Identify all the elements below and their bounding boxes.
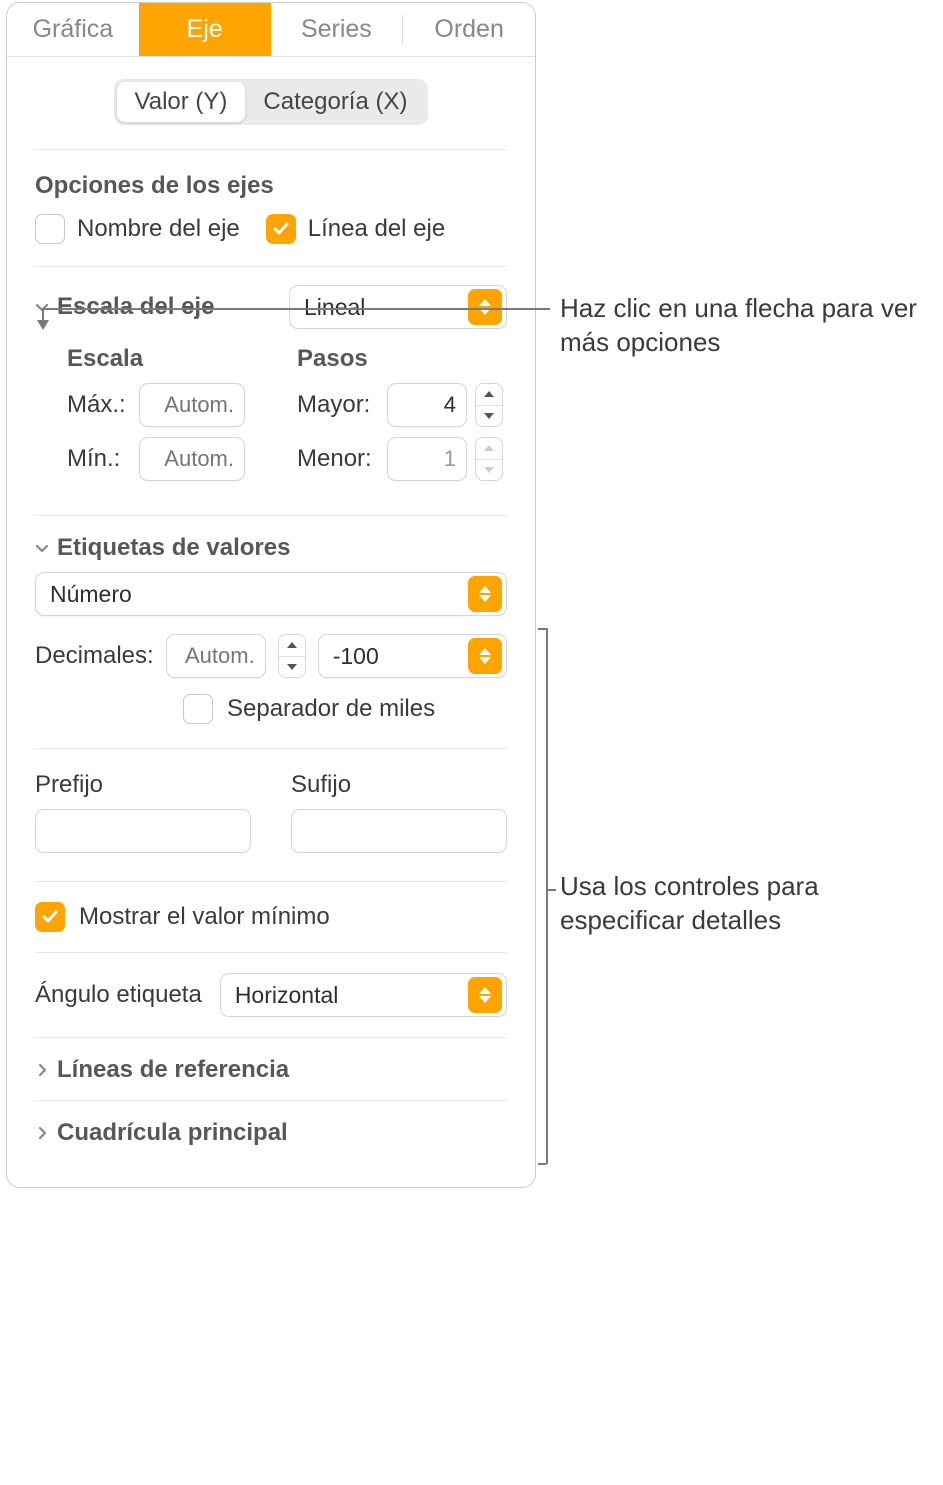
escala-heading: Escala — [67, 345, 277, 373]
checkbox-sep-miles[interactable] — [183, 694, 213, 724]
axis-scale-popup[interactable]: Lineal — [289, 285, 507, 329]
mayor-stepper[interactable] — [475, 383, 503, 427]
stepper-down-icon[interactable] — [476, 459, 502, 481]
chevron-right-icon[interactable] — [33, 1061, 51, 1079]
checkbox-linea-eje[interactable] — [266, 214, 296, 244]
checkbox-linea-eje-label: Línea del eje — [308, 215, 445, 243]
max-input[interactable] — [139, 383, 245, 427]
angulo-etiqueta-popup[interactable]: Horizontal — [220, 973, 507, 1017]
callout-bracket — [538, 1163, 546, 1165]
prefijo-input[interactable] — [35, 809, 251, 853]
angulo-etiqueta-value: Horizontal — [235, 982, 458, 1009]
stepper-up-icon[interactable] — [476, 384, 502, 405]
stepper-up-icon[interactable] — [279, 635, 305, 656]
mayor-input[interactable]: 4 — [387, 383, 467, 427]
callout-bracket — [546, 889, 556, 891]
stepper-down-icon[interactable] — [476, 405, 502, 427]
prefijo-label: Prefijo — [35, 771, 251, 799]
updown-arrows-icon — [468, 289, 502, 325]
checkbox-mostrar-min[interactable] — [35, 902, 65, 932]
callout-bracket — [538, 628, 546, 630]
tab-orden[interactable]: Orden — [403, 3, 535, 56]
menor-value: 1 — [444, 446, 456, 472]
segment-valor-y[interactable]: Valor (Y) — [117, 82, 246, 122]
tab-grafica[interactable]: Gráfica — [7, 3, 139, 56]
callout-arrowhead-icon — [35, 318, 51, 330]
checkbox-nombre-eje[interactable] — [35, 214, 65, 244]
checkbox-nombre-eje-label: Nombre del eje — [77, 215, 240, 243]
axis-scale-label: Escala del eje — [57, 293, 214, 321]
tab-eje[interactable]: Eje — [139, 3, 271, 56]
segment-categoria-x[interactable]: Categoría (X) — [245, 82, 425, 122]
updown-arrows-icon — [468, 977, 502, 1013]
axis-scale-value: Lineal — [304, 294, 458, 321]
decimales-input[interactable] — [166, 634, 266, 678]
tab-series[interactable]: Series — [271, 3, 403, 56]
checkbox-sep-miles-label: Separador de miles — [227, 695, 435, 723]
value-labels-heading: Etiquetas de valores — [57, 534, 290, 562]
inspector-panel: Gráfica Eje Series Orden Valor (Y) Categ… — [6, 2, 536, 1188]
min-input[interactable] — [139, 437, 245, 481]
axis-options-section: Opciones de los ejes Nombre del eje Líne… — [7, 150, 535, 266]
checkbox-mostrar-min-label: Mostrar el valor mínimo — [79, 903, 330, 931]
axis-options-heading: Opciones de los ejes — [35, 150, 507, 214]
label-format-popup[interactable]: Número — [35, 572, 507, 616]
label-format-value: Número — [50, 581, 458, 608]
axis-segmented-control: Valor (Y) Categoría (X) — [114, 79, 429, 125]
tab-grafica-label: Gráfica — [33, 15, 114, 44]
negative-format-value: -100 — [333, 643, 458, 670]
max-label: Máx.: — [67, 391, 131, 419]
angulo-etiqueta-label: Ángulo etiqueta — [35, 981, 202, 1009]
main-grid-section: Cuadrícula principal — [7, 1101, 535, 1187]
updown-arrows-icon — [468, 576, 502, 612]
decimales-stepper[interactable] — [278, 634, 306, 678]
sufijo-input[interactable] — [291, 809, 507, 853]
sufijo-label: Sufijo — [291, 771, 507, 799]
reference-lines-label: Líneas de referencia — [57, 1056, 289, 1084]
stepper-up-icon[interactable] — [476, 438, 502, 459]
min-label: Mín.: — [67, 445, 131, 473]
menor-label: Menor: — [297, 445, 379, 473]
callout-arrow-text: Haz clic en una flecha para ver más opci… — [560, 292, 920, 360]
axis-scale-section: Escala del eje Lineal Escala Máx.: Mín.:… — [7, 267, 535, 515]
menor-stepper[interactable] — [475, 437, 503, 481]
chevron-right-icon[interactable] — [33, 1124, 51, 1142]
axis-selector-row: Valor (Y) Categoría (X) — [35, 57, 507, 150]
callout-line — [42, 308, 550, 310]
menor-input[interactable]: 1 — [387, 437, 467, 481]
value-labels-section: Etiquetas de valores Número Decimales: -… — [7, 516, 535, 748]
mayor-label: Mayor: — [297, 391, 379, 419]
segment-categoria-x-label: Categoría (X) — [263, 88, 407, 115]
top-tab-bar: Gráfica Eje Series Orden — [7, 3, 535, 57]
mayor-value: 4 — [444, 392, 456, 418]
chevron-down-icon[interactable] — [33, 539, 51, 557]
reference-lines-section: Líneas de referencia — [7, 1038, 535, 1100]
decimales-label: Decimales: — [35, 642, 154, 670]
main-grid-label: Cuadrícula principal — [57, 1119, 288, 1147]
callout-controls-text: Usa los controles para especificar detal… — [560, 870, 920, 938]
negative-format-popup[interactable]: -100 — [318, 634, 507, 678]
tab-eje-label: Eje — [187, 15, 223, 44]
segment-valor-y-label: Valor (Y) — [135, 88, 228, 115]
pasos-heading: Pasos — [297, 345, 507, 373]
tab-series-label: Series — [301, 15, 372, 44]
callout-bracket — [546, 628, 548, 1164]
updown-arrows-icon — [468, 638, 502, 674]
stepper-down-icon[interactable] — [279, 656, 305, 678]
tab-orden-label: Orden — [434, 15, 503, 44]
